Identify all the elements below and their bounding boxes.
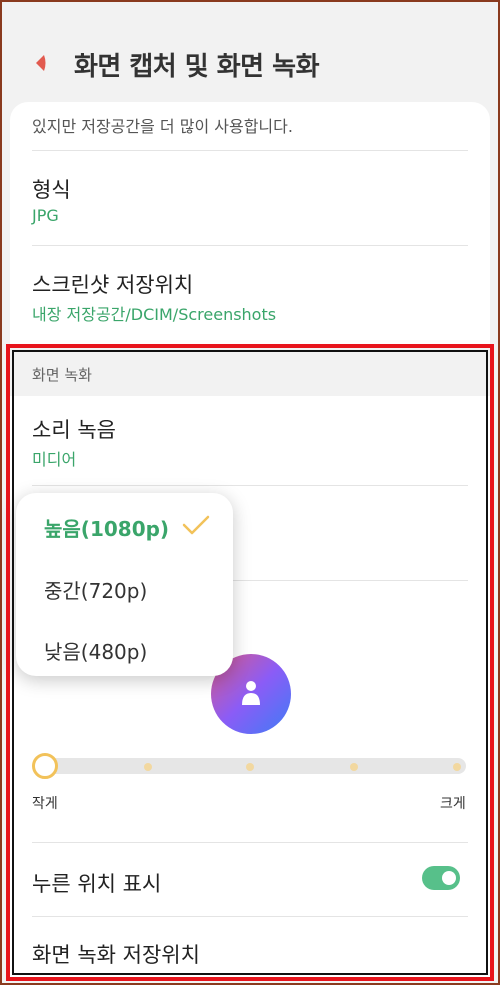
check-icon: [182, 515, 210, 535]
slider-thumb[interactable]: [32, 753, 58, 779]
screenshot-save-location-label: 스크린샷 저장위치: [32, 273, 194, 297]
slider-step: [144, 763, 152, 771]
screenshot-save-location-value: 내장 저장공간/DCIM/Screenshots: [32, 305, 277, 324]
person-icon: [242, 681, 260, 705]
divider: [32, 916, 468, 917]
slider-step: [350, 763, 358, 771]
app-header: 화면 캡처 및 화면 녹화: [0, 0, 500, 110]
divider: [32, 150, 468, 151]
section-label: 화면 녹화: [32, 366, 92, 384]
selfie-size-slider[interactable]: [32, 753, 466, 779]
screen-recording-section-header: 화면 녹화: [10, 350, 490, 396]
back-icon[interactable]: [30, 52, 52, 74]
slider-step: [246, 763, 254, 771]
recording-save-location-label[interactable]: 화면 녹화 저장위치: [32, 939, 200, 969]
slider-max-label: 크게: [440, 796, 466, 812]
sound-recording-value: 미디어: [32, 450, 77, 469]
divider: [32, 842, 468, 843]
show-touches-toggle[interactable]: [422, 866, 460, 890]
divider: [32, 485, 468, 486]
slider-step: [453, 763, 461, 771]
quality-description: 있지만 저장공간을 더 많이 사용합니다.: [32, 117, 293, 136]
toggle-knob: [442, 871, 456, 885]
quality-option-high[interactable]: 높음(1080p): [44, 513, 169, 542]
slider-min-label: 작게: [32, 796, 58, 812]
sound-recording-label: 소리 녹음: [32, 418, 116, 442]
page-title: 화면 캡처 및 화면 녹화: [74, 52, 320, 82]
quality-option-low[interactable]: 낮음(480p): [44, 636, 147, 665]
divider: [32, 245, 468, 246]
video-quality-popup: 높음(1080p) 중간(720p) 낮음(480p): [16, 493, 233, 676]
screen-recording-card: 소리 녹음 미디어 작게 크게 누른 위치 표시 화면 녹화 저장위치: [10, 396, 490, 981]
format-label: 형식: [32, 178, 71, 202]
screenshot-settings-card: 있지만 저장공간을 더 많이 사용합니다. 형식 JPG 스크린샷 저장위치 내…: [10, 102, 490, 347]
format-value: JPG: [32, 206, 59, 225]
show-touches-label: 누른 위치 표시: [32, 872, 162, 896]
quality-option-medium[interactable]: 중간(720p): [44, 575, 147, 604]
